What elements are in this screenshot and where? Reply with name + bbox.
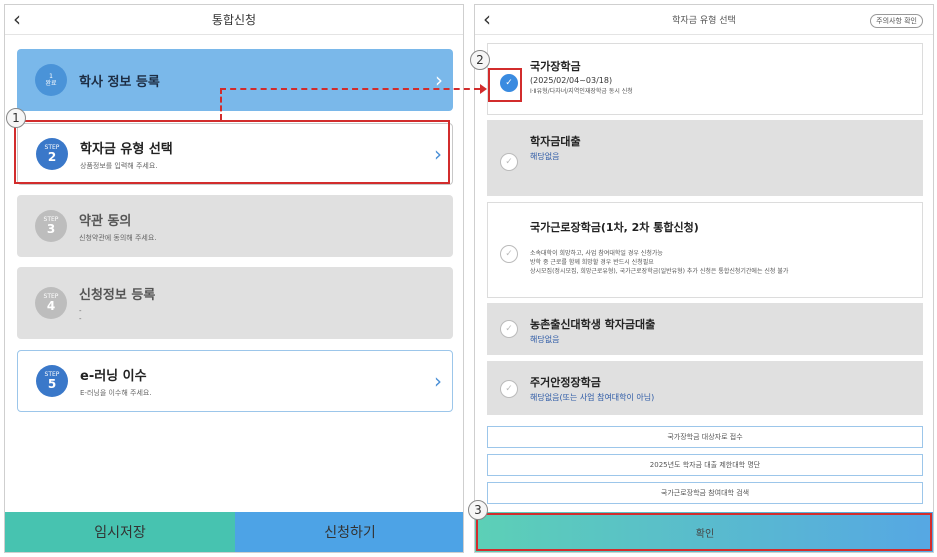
link-eligible-receipt[interactable]: 국가장학금 대상자로 접수 <box>487 426 923 448</box>
unchecked-icon[interactable]: ✓ <box>500 320 518 338</box>
arrow-right-icon <box>480 84 487 94</box>
option-housing-scholarship[interactable]: ✓ 주거안정장학금 해당없음(또는 사업 참여대학이 아님) <box>487 361 923 415</box>
step-3-card[interactable]: STEP 3 약관 동의 신청약관에 동의해 주세요. <box>17 195 453 257</box>
step-3-subtitle: 신청약관에 동의해 주세요. <box>79 233 157 242</box>
step-3-title: 약관 동의 <box>79 213 132 229</box>
step-4-title: 신청정보 등록 <box>79 287 156 303</box>
page-title: 통합신청 <box>211 13 257 27</box>
left-screen: ‹ 통합신청 1 완료 학사 정보 등록 › STEP 2 학자금 유형 선택 … <box>4 4 464 553</box>
right-topbar: ‹ 학자금 유형 선택 주의사항 확인 <box>475 5 933 35</box>
back-icon[interactable]: ‹ <box>483 8 491 30</box>
step-4-card[interactable]: STEP 4 신청정보 등록 - - <box>17 267 453 339</box>
apply-button[interactable]: 신청하기 <box>235 512 463 552</box>
link-loan-restricted-list[interactable]: 2025년도 학자금 대출 제한대학 명단 <box>487 454 923 476</box>
step-1-card[interactable]: 1 완료 학사 정보 등록 › <box>17 49 453 111</box>
notice-button[interactable]: 주의사항 확인 <box>870 14 923 28</box>
option-rural-loan[interactable]: ✓ 농촌출신대학생 학자금대출 해당없음 <box>487 303 923 355</box>
step-4-badge: STEP 4 <box>35 287 67 319</box>
callout-3: 3 <box>468 500 488 520</box>
chevron-right-icon: › <box>434 369 442 393</box>
highlight-step-2 <box>14 120 450 184</box>
option-national-scholarship[interactable]: ✓ 국가장학금 (2025/02/04~03/18) Ⅰ·Ⅱ유형/다자녀/지역인… <box>487 43 923 115</box>
unchecked-icon[interactable]: ✓ <box>500 380 518 398</box>
left-topbar: ‹ 통합신청 <box>5 5 463 35</box>
step-5-badge: STEP 5 <box>36 365 68 397</box>
link-work-study-search[interactable]: 국가근로장학금 참여대학 검색 <box>487 482 923 504</box>
highlight-checkbox <box>488 68 522 102</box>
unchecked-icon[interactable]: ✓ <box>500 153 518 171</box>
step-1-title: 학사 정보 등록 <box>79 74 160 90</box>
callout-2: 2 <box>470 50 490 70</box>
back-icon[interactable]: ‹ <box>13 8 21 30</box>
step-1-badge: 1 완료 <box>35 64 67 96</box>
page-title: 학자금 유형 선택 <box>672 16 736 26</box>
highlight-confirm <box>476 513 932 551</box>
right-screen: ‹ 학자금 유형 선택 주의사항 확인 ✓ 국가장학금 (2025/02/04~… <box>474 4 934 553</box>
step-5-title: e-러닝 이수 <box>80 368 147 384</box>
connector-line <box>220 88 222 120</box>
callout-1: 1 <box>6 108 26 128</box>
option-student-loan[interactable]: ✓ 학자금대출 해당없음 <box>487 120 923 196</box>
connector-line <box>220 88 480 90</box>
step-3-badge: STEP 3 <box>35 210 67 242</box>
temp-save-button[interactable]: 임시저장 <box>5 512 235 552</box>
unchecked-icon[interactable]: ✓ <box>500 245 518 263</box>
step-4-subtitle: - - <box>79 306 82 323</box>
option-work-study[interactable]: ✓ 국가근로장학금(1차, 2차 통합신청) 소속대학이 희망하고, 사업 참여… <box>487 202 923 298</box>
step-5-card[interactable]: STEP 5 e-러닝 이수 E-러닝을 이수해 주세요. › <box>17 350 453 412</box>
step-5-subtitle: E-러닝을 이수해 주세요. <box>80 388 152 397</box>
